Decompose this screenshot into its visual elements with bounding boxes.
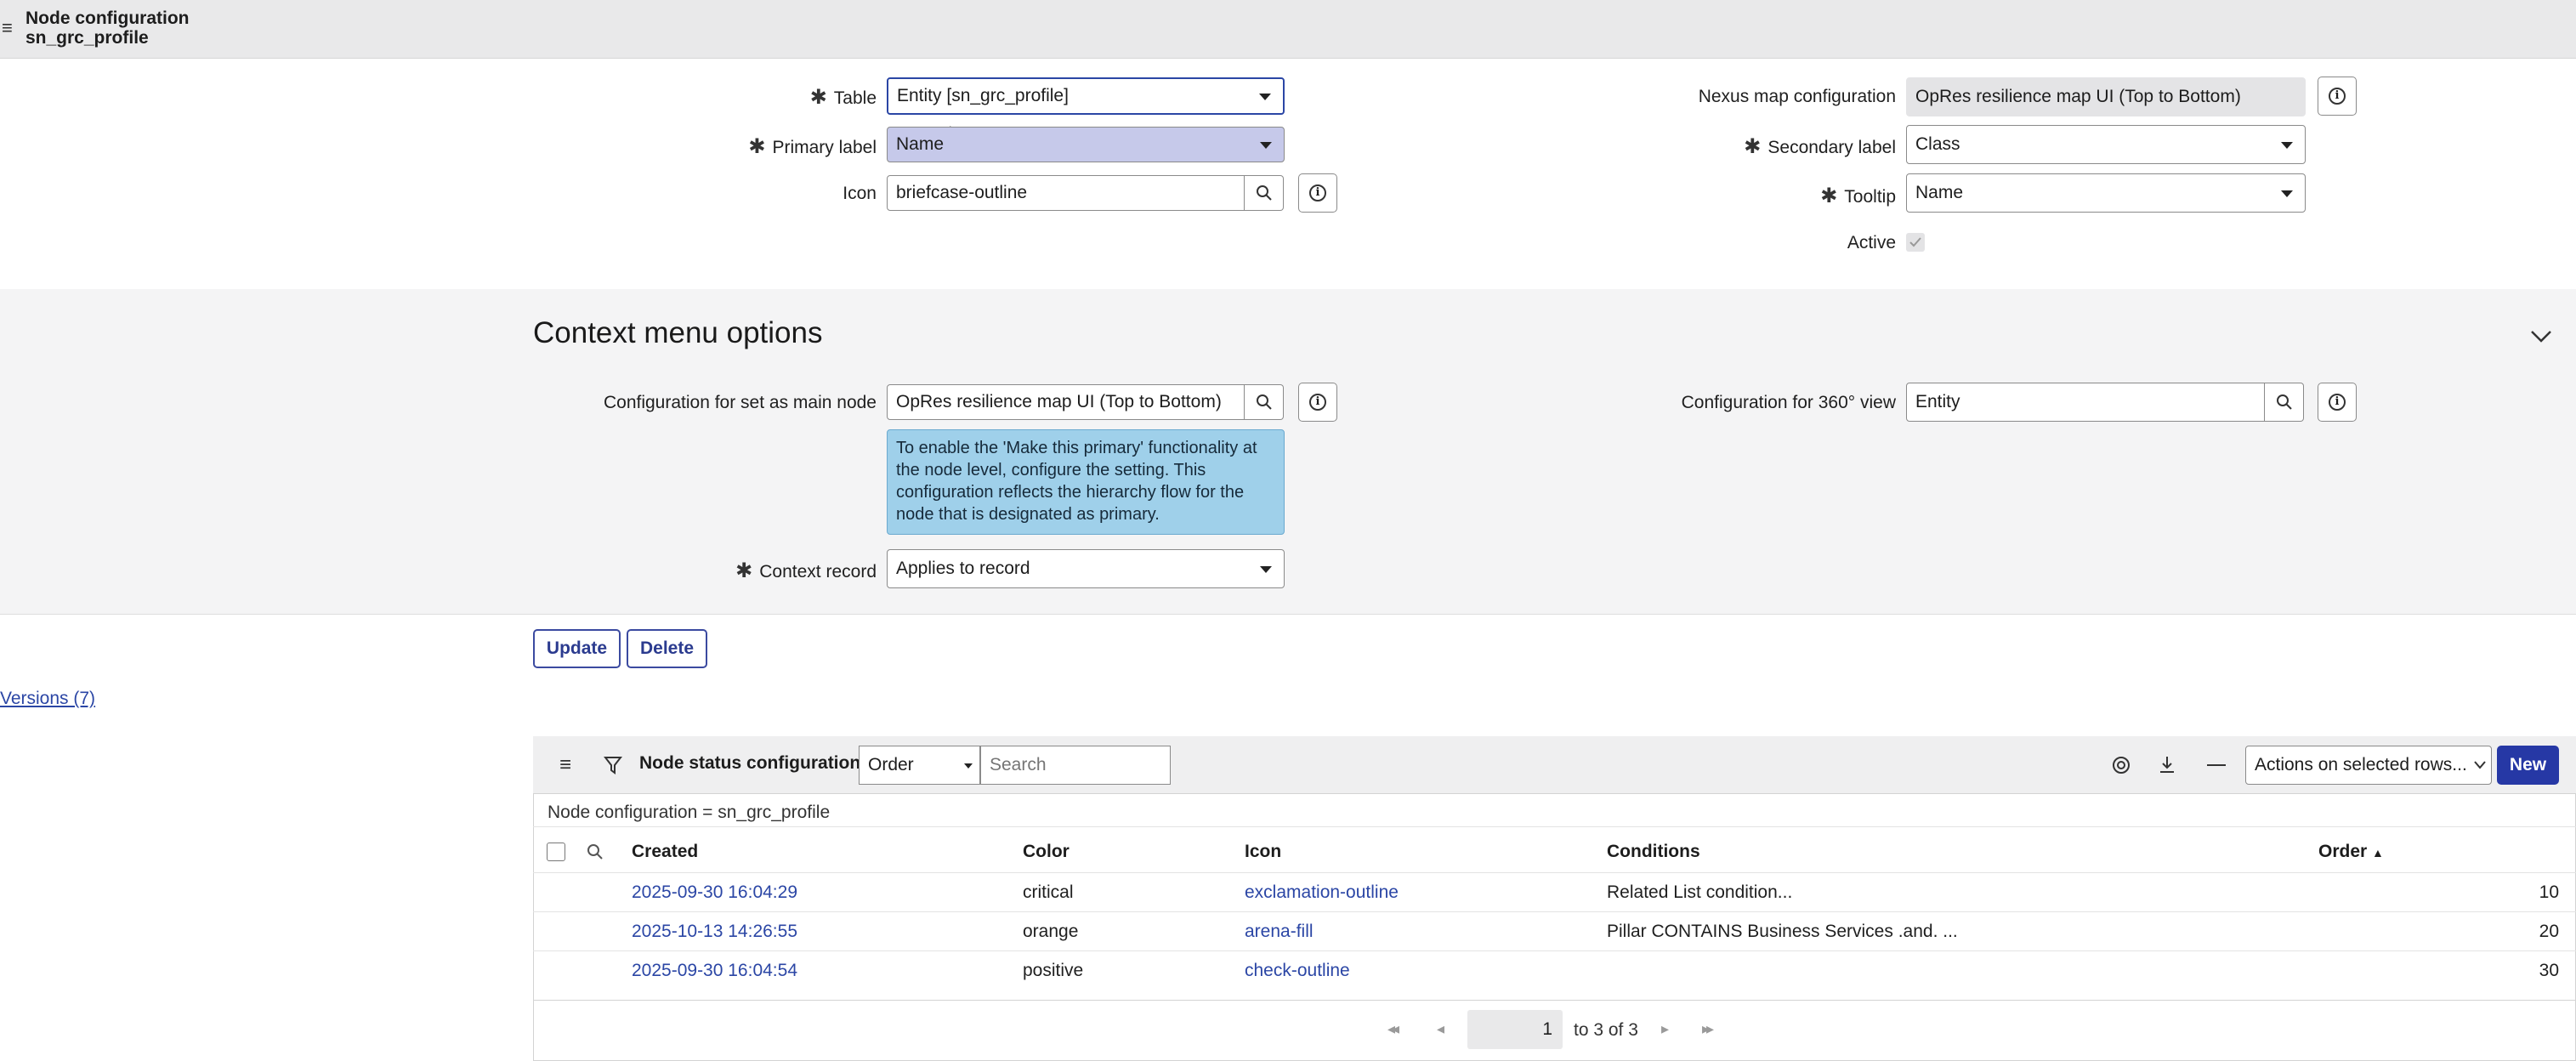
tooltip-select[interactable]: Name (1906, 173, 2306, 213)
created-link[interactable]: 2025-10-13 14:26:55 (632, 922, 797, 942)
chevron-down-icon (2474, 761, 2486, 769)
versions-link[interactable]: Versions (7) (0, 689, 95, 709)
pager-text: to 3 of 3 (1574, 1020, 1638, 1040)
info-button[interactable]: i (2318, 77, 2357, 116)
created-link[interactable]: 2025-09-30 16:04:29 (632, 882, 797, 903)
settings-icon[interactable] (2111, 755, 2131, 775)
view360-label: Configuration for 360° view (1681, 393, 1896, 412)
secondary-label-select[interactable]: Class (1906, 125, 2306, 164)
chevron-down-icon (1260, 142, 1272, 149)
page-title: Node configuration (26, 9, 190, 28)
first-page-icon[interactable]: ◂◂ (1387, 1020, 1399, 1038)
select-all-checkbox[interactable] (547, 843, 565, 861)
column-header-icon[interactable]: Icon (1245, 842, 1281, 862)
secondary-label-label: ✱ Secondary label (1744, 135, 1896, 158)
info-button[interactable]: i (2318, 383, 2357, 422)
required-icon: ✱ (735, 559, 753, 582)
search-icon (1256, 185, 1272, 201)
info-tooltip: To enable the 'Make this primary' functi… (887, 429, 1285, 535)
info-icon: i (1309, 184, 1326, 201)
filter-icon[interactable] (604, 756, 622, 774)
color-value: orange (1023, 922, 1079, 941)
chevron-down-icon (2281, 142, 2293, 149)
icon-label: Icon (843, 184, 877, 203)
search-icon (1256, 394, 1272, 410)
column-header-order[interactable]: Order ▲ (2318, 842, 2384, 862)
table-label: ✱ Table (809, 86, 877, 109)
search-button[interactable] (1245, 384, 1284, 420)
active-label: Active (1847, 233, 1896, 252)
icon-link[interactable]: arena-fill (1245, 922, 1314, 942)
icon-link[interactable]: check-outline (1245, 961, 1350, 981)
nexus-map-label: Nexus map configuration (1698, 87, 1896, 106)
view360-field[interactable]: Entity (1906, 383, 2265, 422)
context-menu-section (0, 289, 2576, 615)
list-condition: Node configuration = sn_grc_profile (548, 803, 831, 822)
required-icon: ✱ (1820, 184, 1838, 207)
required-icon: ✱ (1744, 135, 1762, 158)
table-select[interactable]: Entity [sn_grc_profile] (887, 77, 1285, 115)
section-title: Context menu options (533, 316, 823, 349)
page-subtitle: sn_grc_profile (26, 28, 149, 48)
last-page-icon[interactable]: ▸▸ (1702, 1020, 1714, 1038)
next-page-icon[interactable]: ▸ (1661, 1020, 1669, 1038)
sort-field-select[interactable]: Order (859, 746, 980, 785)
list-menu-icon[interactable]: ≡ (559, 753, 571, 777)
context-record-label: ✱ Context record (735, 559, 877, 582)
tooltip-label: ✱ Tooltip (1820, 184, 1896, 207)
info-button[interactable]: i (1298, 173, 1337, 213)
search-input[interactable] (980, 746, 1171, 785)
conditions-value: Related List condition... (1607, 882, 1793, 902)
chevron-down-icon (964, 763, 973, 769)
delete-button[interactable]: Delete (627, 629, 707, 668)
chevron-down-icon (1259, 94, 1271, 100)
color-value: critical (1023, 882, 1074, 902)
primary-label-label: ✱ Primary label (748, 135, 877, 158)
conditions-value: Pillar CONTAINS Business Services .and. … (1607, 922, 1958, 941)
order-value: 20 (2539, 922, 2559, 941)
created-link[interactable]: 2025-09-30 16:04:54 (632, 961, 797, 981)
chevron-down-icon (1260, 566, 1272, 573)
order-value: 30 (2539, 961, 2559, 980)
previous-page-icon[interactable]: ◂ (1437, 1020, 1444, 1038)
order-value: 10 (2539, 882, 2559, 902)
nexus-map-field: OpRes resilience map UI (Top to Bottom) (1906, 77, 2306, 116)
column-header-created[interactable]: Created (632, 842, 698, 862)
info-icon: i (2329, 88, 2346, 105)
chevron-down-icon (2281, 190, 2293, 197)
required-icon: ✱ (809, 86, 827, 109)
color-value: positive (1023, 961, 1084, 980)
collapse-icon[interactable] (2207, 763, 2226, 767)
page-number-input[interactable]: 1 (1467, 1010, 1563, 1049)
actions-select[interactable]: Actions on selected rows... (2245, 746, 2492, 785)
info-icon: i (1309, 394, 1326, 411)
download-icon[interactable] (2158, 755, 2176, 775)
sort-ascending-icon: ▲ (2372, 846, 2384, 860)
checkmark-icon (1909, 237, 1921, 247)
search-icon[interactable] (587, 843, 604, 860)
info-icon: i (2329, 394, 2346, 411)
update-button[interactable]: Update (533, 629, 621, 668)
icon-field[interactable]: briefcase-outline (887, 175, 1245, 211)
column-header-conditions[interactable]: Conditions (1607, 842, 1700, 862)
column-header-color[interactable]: Color (1023, 842, 1070, 862)
search-button[interactable] (1245, 175, 1284, 211)
search-button[interactable] (2265, 383, 2304, 422)
info-button[interactable]: i (1298, 383, 1337, 422)
main-node-field[interactable]: OpRes resilience map UI (Top to Bottom) (887, 384, 1245, 420)
active-checkbox[interactable] (1906, 233, 1925, 252)
search-icon (2276, 394, 2292, 410)
chevron-down-icon[interactable] (2530, 330, 2552, 343)
primary-label-select[interactable]: Name (887, 127, 1285, 162)
required-icon: ✱ (748, 135, 766, 158)
main-node-label: Configuration for set as main node (603, 393, 877, 412)
page-header: ≡ Node configuration sn_grc_profile (0, 0, 2576, 59)
new-button[interactable]: New (2497, 746, 2559, 785)
context-record-select[interactable]: Applies to record (887, 549, 1285, 588)
icon-link[interactable]: exclamation-outline (1245, 882, 1399, 903)
hamburger-menu-icon[interactable]: ≡ (2, 17, 13, 39)
related-list-title: Node status configurations (639, 753, 871, 773)
